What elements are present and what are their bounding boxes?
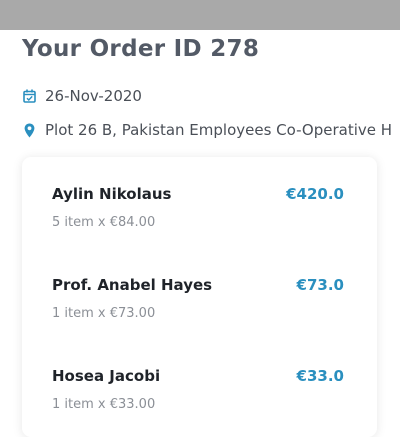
order-item[interactable]: Aylin Nikolaus €420.0 5 item x €84.00 — [52, 185, 344, 230]
page-title: Your Order ID 278 — [22, 36, 260, 62]
customer-name: Hosea Jacobi — [52, 367, 161, 385]
order-item[interactable]: Prof. Anabel Hayes €73.0 1 item x €73.00 — [52, 276, 344, 321]
customer-name: Aylin Nikolaus — [52, 185, 172, 203]
map-pin-icon — [22, 122, 36, 138]
item-quantity-detail: 1 item x €73.00 — [52, 306, 156, 321]
order-items-card: Aylin Nikolaus €420.0 5 item x €84.00 Pr… — [22, 157, 377, 437]
item-price: €33.0 — [296, 367, 344, 385]
calendar-check-icon — [22, 88, 36, 104]
order-date: 26-Nov-2020 — [45, 87, 142, 105]
item-quantity-detail: 1 item x €33.00 — [52, 397, 156, 412]
order-date-row: 26-Nov-2020 — [22, 87, 142, 105]
item-quantity-detail: 5 item x €84.00 — [52, 215, 156, 230]
order-address: Plot 26 B, Pakistan Employees Co-Operati… — [45, 121, 393, 139]
status-bar — [0, 0, 400, 30]
item-price: €420.0 — [286, 185, 344, 203]
item-price: €73.0 — [296, 276, 344, 294]
order-address-row: Plot 26 B, Pakistan Employees Co-Operati… — [22, 121, 392, 139]
order-item[interactable]: Hosea Jacobi €33.0 1 item x €33.00 — [52, 367, 344, 412]
customer-name: Prof. Anabel Hayes — [52, 276, 213, 294]
